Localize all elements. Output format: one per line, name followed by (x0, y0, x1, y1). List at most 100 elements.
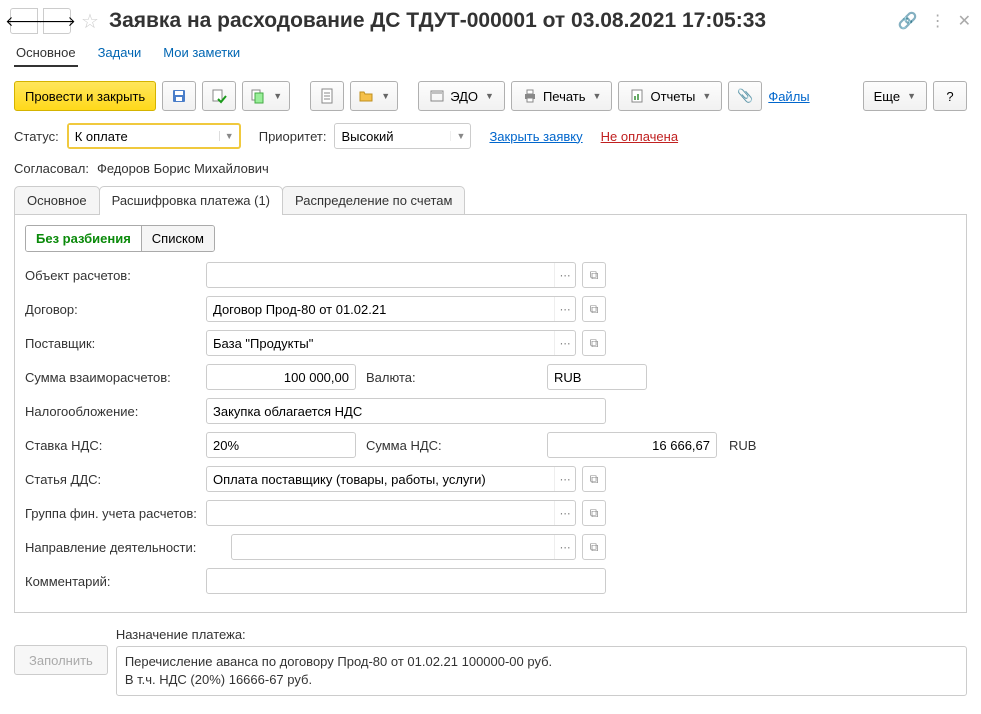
status-field[interactable]: ▼ (67, 123, 241, 149)
related-button[interactable]: ▼ (350, 81, 398, 111)
not-paid-link[interactable]: Не оплачена (601, 129, 678, 144)
reports-label: Отчеты (650, 89, 695, 104)
priority-input[interactable] (335, 125, 450, 147)
dds-input[interactable] (207, 468, 554, 490)
direction-label: Направление деятельности: (25, 540, 225, 555)
vat-sum-input[interactable] (548, 434, 716, 456)
tax-label: Налогообложение: (25, 404, 200, 419)
supplier-label: Поставщик: (25, 336, 200, 351)
section-tab-main[interactable]: Основное (14, 40, 78, 67)
tax-input[interactable] (207, 400, 605, 422)
toolbar: Провести и закрыть ▼ ▼ ЭДО ▼ Печать ▼ От… (0, 81, 981, 123)
section-tab-tasks[interactable]: Задачи (96, 40, 144, 67)
dds-open-icon[interactable]: ⧉ (582, 466, 606, 492)
link-icon[interactable]: 🔗 (898, 11, 918, 31)
purpose-label: Назначение платежа: (116, 627, 967, 642)
vat-sum-field[interactable] (547, 432, 717, 458)
titlebar: 🡐 🡒 ☆ Заявка на расходование ДС ТДУТ-000… (0, 0, 981, 40)
vat-sum-currency: RUB (729, 438, 756, 453)
supplier-open-icon[interactable]: ⧉ (582, 330, 606, 356)
edo-label: ЭДО (450, 89, 478, 104)
kebab-menu-icon[interactable]: ⋮ (930, 11, 946, 31)
fingroup-open-icon[interactable]: ⧉ (582, 500, 606, 526)
contract-select-icon[interactable]: ⋯ (554, 297, 575, 321)
fill-button[interactable]: Заполнить (14, 645, 108, 675)
dds-select-icon[interactable]: ⋯ (554, 467, 575, 491)
comment-label: Комментарий: (25, 574, 200, 589)
nav-back-button[interactable]: 🡐 (10, 8, 38, 34)
reports-button[interactable]: Отчеты ▼ (618, 81, 722, 111)
priority-label: Приоритет: (259, 129, 327, 144)
post-button[interactable] (202, 81, 236, 111)
contract-field[interactable]: ⋯ (206, 296, 576, 322)
supplier-select-icon[interactable]: ⋯ (554, 331, 575, 355)
vat-rate-field[interactable] (206, 432, 356, 458)
priority-field[interactable]: ▼ (334, 123, 471, 149)
direction-open-icon[interactable]: ⧉ (582, 534, 606, 560)
currency-field[interactable] (547, 364, 647, 390)
sum-input[interactable] (207, 366, 355, 388)
help-button[interactable]: ? (933, 81, 967, 111)
object-label: Объект расчетов: (25, 268, 200, 283)
edo-button[interactable]: ЭДО ▼ (418, 81, 505, 111)
direction-input[interactable] (232, 536, 554, 558)
sum-label: Сумма взаиморасчетов: (25, 370, 200, 385)
window-title: Заявка на расходование ДС ТДУТ-000001 от… (109, 9, 892, 33)
tab-accounts[interactable]: Распределение по счетам (282, 186, 465, 214)
print-label: Печать (543, 89, 586, 104)
purpose-textarea[interactable]: Перечисление аванса по договору Прод-80 … (116, 646, 967, 696)
object-field[interactable]: ⋯ (206, 262, 576, 288)
contract-open-icon[interactable]: ⧉ (582, 296, 606, 322)
fingroup-field[interactable]: ⋯ (206, 500, 576, 526)
printer-icon (522, 88, 538, 104)
main-tabs: Основное Расшифровка платежа (1) Распред… (14, 186, 967, 215)
supplier-input[interactable] (207, 332, 554, 354)
comment-field[interactable] (206, 568, 606, 594)
contract-label: Договор: (25, 302, 200, 317)
contract-input[interactable] (207, 298, 554, 320)
currency-input[interactable] (548, 366, 646, 388)
tab-panel: Без разбиения Списком Объект расчетов: ⋯… (14, 215, 967, 613)
close-request-link[interactable]: Закрыть заявку (489, 129, 582, 144)
object-open-icon[interactable]: ⧉ (582, 262, 606, 288)
tab-main[interactable]: Основное (14, 186, 100, 214)
attach-button[interactable]: 📎 (728, 81, 762, 111)
save-button[interactable] (162, 81, 196, 111)
status-label: Статус: (14, 129, 59, 144)
files-link[interactable]: Файлы (768, 89, 809, 104)
dds-label: Статья ДДС: (25, 472, 200, 487)
mode-no-split[interactable]: Без разбиения (26, 226, 141, 251)
direction-select-icon[interactable]: ⋯ (554, 535, 575, 559)
direction-field[interactable]: ⋯ (231, 534, 576, 560)
nav-forward-button[interactable]: 🡒 (43, 8, 71, 34)
fingroup-input[interactable] (207, 502, 554, 524)
mode-list[interactable]: Списком (141, 226, 214, 251)
fingroup-select-icon[interactable]: ⋯ (554, 501, 575, 525)
object-input[interactable] (207, 264, 554, 286)
close-icon[interactable]: ✕ (958, 11, 971, 31)
status-row: Статус: ▼ Приоритет: ▼ Закрыть заявку Не… (0, 123, 981, 161)
post-icon (211, 88, 227, 104)
more-button[interactable]: Еще ▼ (863, 81, 927, 111)
doc-button[interactable] (310, 81, 344, 111)
sum-field[interactable] (206, 364, 356, 390)
purpose-line1: Перечисление аванса по договору Прод-80 … (125, 653, 958, 671)
supplier-field[interactable]: ⋯ (206, 330, 576, 356)
tax-field[interactable] (206, 398, 606, 424)
post-and-close-button[interactable]: Провести и закрыть (14, 81, 156, 111)
dds-field[interactable]: ⋯ (206, 466, 576, 492)
create-based-on-button[interactable]: ▼ (242, 81, 290, 111)
tab-detail[interactable]: Расшифровка платежа (1) (99, 186, 283, 214)
status-input[interactable] (69, 125, 219, 147)
vat-rate-label: Ставка НДС: (25, 438, 200, 453)
vat-rate-input[interactable] (207, 434, 355, 456)
print-button[interactable]: Печать ▼ (511, 81, 613, 111)
favorite-star-icon[interactable]: ☆ (81, 9, 99, 34)
report-icon (629, 88, 645, 104)
vat-sum-label: Сумма НДС: (366, 438, 541, 453)
status-dropdown-icon[interactable]: ▼ (219, 131, 239, 141)
object-select-icon[interactable]: ⋯ (554, 263, 575, 287)
comment-input[interactable] (207, 570, 605, 592)
priority-dropdown-icon[interactable]: ▼ (450, 131, 470, 141)
section-tab-notes[interactable]: Мои заметки (161, 40, 242, 67)
